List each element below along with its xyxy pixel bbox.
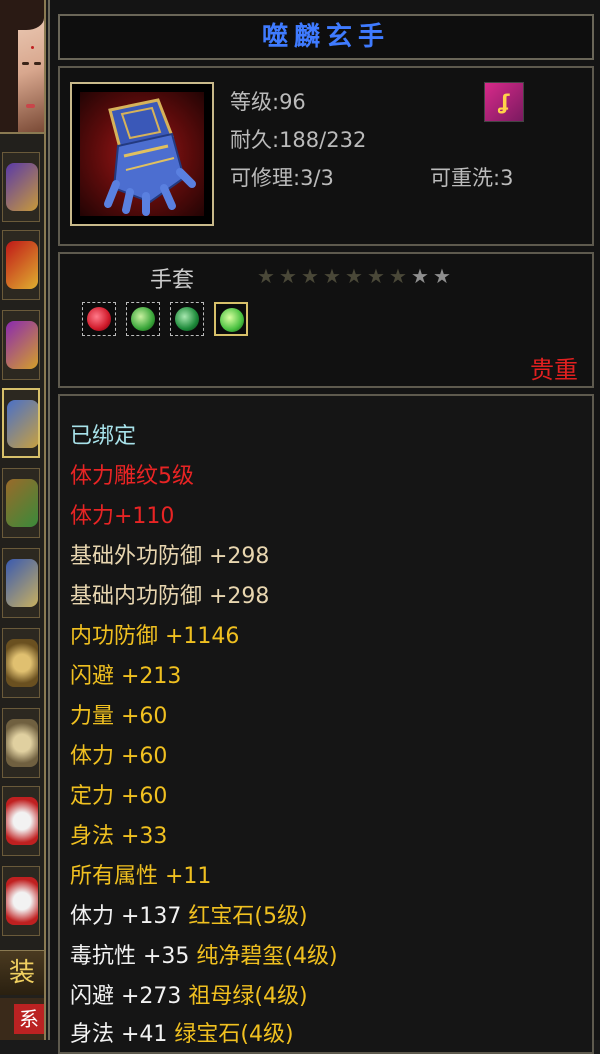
star-icon: ★	[389, 264, 409, 288]
gem-2-name: 纯净碧玺(4级)	[196, 944, 338, 969]
gem-1-name: 红宝石(5级)	[188, 904, 308, 929]
item-level: 等级:96	[230, 90, 306, 114]
star-icon: ★	[345, 264, 365, 288]
item-rarity: 贵重	[530, 356, 578, 384]
gem-3-name: 祖母绿(4级)	[188, 984, 308, 1009]
secondary-tab-label: 系	[14, 1004, 44, 1034]
gem-socket-1[interactable]	[82, 302, 116, 336]
item-title-bar: 噬麟玄手	[58, 14, 594, 60]
item-rewash-count: 可重洗:3	[430, 166, 514, 190]
star-icon: ★	[279, 264, 299, 288]
red-gem-icon	[87, 307, 111, 331]
focus: 定力 +60	[70, 784, 168, 809]
equipment-slot-amulet-2[interactable]	[2, 866, 40, 936]
item-type: 手套	[150, 268, 195, 293]
jade-gem-icon	[175, 307, 199, 331]
item-type-section: 手套 ★ ★ ★ ★ ★ ★ ★ ★ ★ 贵重	[58, 252, 594, 388]
equipment-slot-belt[interactable]	[2, 468, 40, 538]
gem-4-bonus: 身法 +41 绿宝石(4级)	[70, 1016, 294, 1048]
star-icon: ★	[323, 264, 343, 288]
item-icon-frame	[70, 82, 214, 226]
bound-status: 已绑定	[70, 424, 137, 449]
equipment-slot-weapon[interactable]	[2, 152, 40, 222]
gem-3-bonus: 闪避 +273 祖母绿(4级)	[70, 978, 308, 1010]
star-rating: ★ ★ ★ ★ ★ ★ ★ ★ ★	[256, 264, 454, 288]
dodge: 闪避 +213	[70, 664, 182, 689]
equipment-tab[interactable]: 装备	[0, 950, 44, 1032]
star-icon: ★	[257, 264, 277, 288]
gem-4-name: 绿宝石(4级)	[174, 1022, 294, 1047]
equipment-slot-scroll[interactable]	[2, 230, 40, 300]
gauntlet-icon	[80, 92, 204, 216]
equipment-slot-gloves[interactable]	[2, 388, 40, 458]
gem-socket-4[interactable]	[214, 302, 248, 336]
gem-3-stat: 闪避 +273	[70, 984, 182, 1009]
star-icon: ★	[411, 264, 431, 288]
secondary-tab[interactable]: 系	[0, 998, 44, 1040]
star-icon: ★	[433, 264, 453, 288]
gem-2-bonus: 毒抗性 +35 纯净碧玺(4级)	[70, 938, 338, 970]
base-outer-defense: 基础外功防御 +298	[70, 544, 270, 569]
character-portrait[interactable]	[0, 0, 44, 134]
green-gem-icon	[131, 307, 155, 331]
inner-defense: 内功防御 +1146	[70, 624, 240, 649]
stamina: 体力 +60	[70, 744, 168, 769]
gem-2-stat: 毒抗性 +35	[70, 944, 190, 969]
gem-socket-3[interactable]	[170, 302, 204, 336]
emerald-gem-icon	[220, 308, 244, 332]
equipment-slot-ring-2[interactable]	[2, 708, 40, 778]
item-durability: 耐久:188/232	[230, 128, 367, 152]
base-inner-defense: 基础内功防御 +298	[70, 584, 270, 609]
engrave-bonus: 体力+110	[70, 504, 175, 529]
engrave-level: 体力雕纹5级	[70, 464, 194, 489]
equipment-slot-bracer[interactable]	[2, 310, 40, 380]
gem-1-bonus: 体力 +137 红宝石(5级)	[70, 898, 308, 930]
all-attributes: 所有属性 +11	[70, 864, 212, 889]
equipment-slot-boots[interactable]	[2, 548, 40, 618]
star-icon: ★	[367, 264, 387, 288]
fire-skill-icon: ʆ	[484, 82, 524, 122]
item-attributes: 已绑定 体力雕纹5级 体力+110 基础外功防御 +298 基础内功防御 +29…	[58, 394, 594, 1054]
equipment-slot-amulet-1[interactable]	[2, 786, 40, 856]
item-name: 噬麟玄手	[261, 22, 390, 52]
gem-4-stat: 身法 +41	[70, 1022, 168, 1047]
equipment-slot-ring-1[interactable]	[2, 628, 40, 698]
gem-socket-2[interactable]	[126, 302, 160, 336]
item-tooltip: 噬麟玄手 等级:96 耐久:188/232 可修理:3/3 可重洗:3 ʆ 手套…	[48, 0, 600, 1054]
agility: 身法 +33	[70, 824, 168, 849]
equipment-slot-column: 装备 系	[0, 0, 46, 1040]
star-icon: ★	[301, 264, 321, 288]
item-header-section: 等级:96 耐久:188/232 可修理:3/3 可重洗:3 ʆ	[58, 66, 594, 246]
item-repair-count: 可修理:3/3	[230, 166, 334, 190]
gem-1-stat: 体力 +137	[70, 904, 182, 929]
strength: 力量 +60	[70, 704, 168, 729]
